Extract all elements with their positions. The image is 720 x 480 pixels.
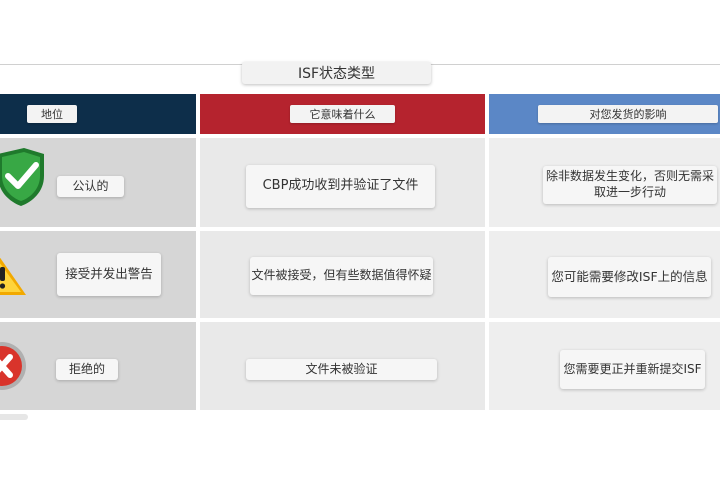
header-status-label: 地位: [27, 105, 77, 123]
table-row-2-status-cell: 接受并发出警告: [0, 231, 196, 318]
status-label-accepted: 公认的: [57, 176, 124, 197]
table-row-2-impact-cell: 您可能需要修改ISF上的信息: [489, 231, 720, 318]
table-row-3-status-cell: 拒绝的: [0, 322, 196, 410]
impact-text-warning: 您可能需要修改ISF上的信息: [548, 257, 711, 297]
table-row-1-status-cell: 公认的: [0, 138, 196, 227]
header-meaning-label: 它意味着什么: [290, 105, 395, 123]
meaning-text-accepted: CBP成功收到并验证了文件: [246, 165, 435, 208]
impact-text-rejected: 您需要更正并重新提交ISF: [560, 350, 705, 389]
warning-triangle-icon: [0, 245, 30, 305]
table-row-1-meaning-cell: CBP成功收到并验证了文件: [200, 138, 485, 227]
page-title: ISF状态类型: [242, 62, 431, 84]
status-label-rejected: 拒绝的: [56, 359, 118, 380]
header-status: 地位: [0, 94, 196, 134]
impact-text-accepted: 除非数据发生变化，否则无需采取进一步行动: [543, 166, 717, 204]
table-row-3-meaning-cell: 文件未被验证: [200, 322, 485, 410]
table-row-2-meaning-cell: 文件被接受，但有些数据值得怀疑: [200, 231, 485, 318]
bottom-edge-tab: [0, 414, 28, 420]
status-label-accepted-with-warning: 接受并发出警告: [57, 253, 161, 296]
shield-check-icon: [0, 146, 46, 212]
table-row-1-impact-cell: 除非数据发生变化，否则无需采取进一步行动: [489, 138, 720, 227]
meaning-text-rejected: 文件未被验证: [246, 359, 437, 380]
table-row-3-impact-cell: 您需要更正并重新提交ISF: [489, 322, 720, 410]
header-meaning: 它意味着什么: [200, 94, 485, 134]
meaning-text-warning: 文件被接受，但有些数据值得怀疑: [250, 257, 433, 295]
header-impact-label: 对您发货的影响: [538, 105, 718, 123]
header-impact: 对您发货的影响: [489, 94, 720, 134]
x-circle-icon: [0, 338, 30, 398]
